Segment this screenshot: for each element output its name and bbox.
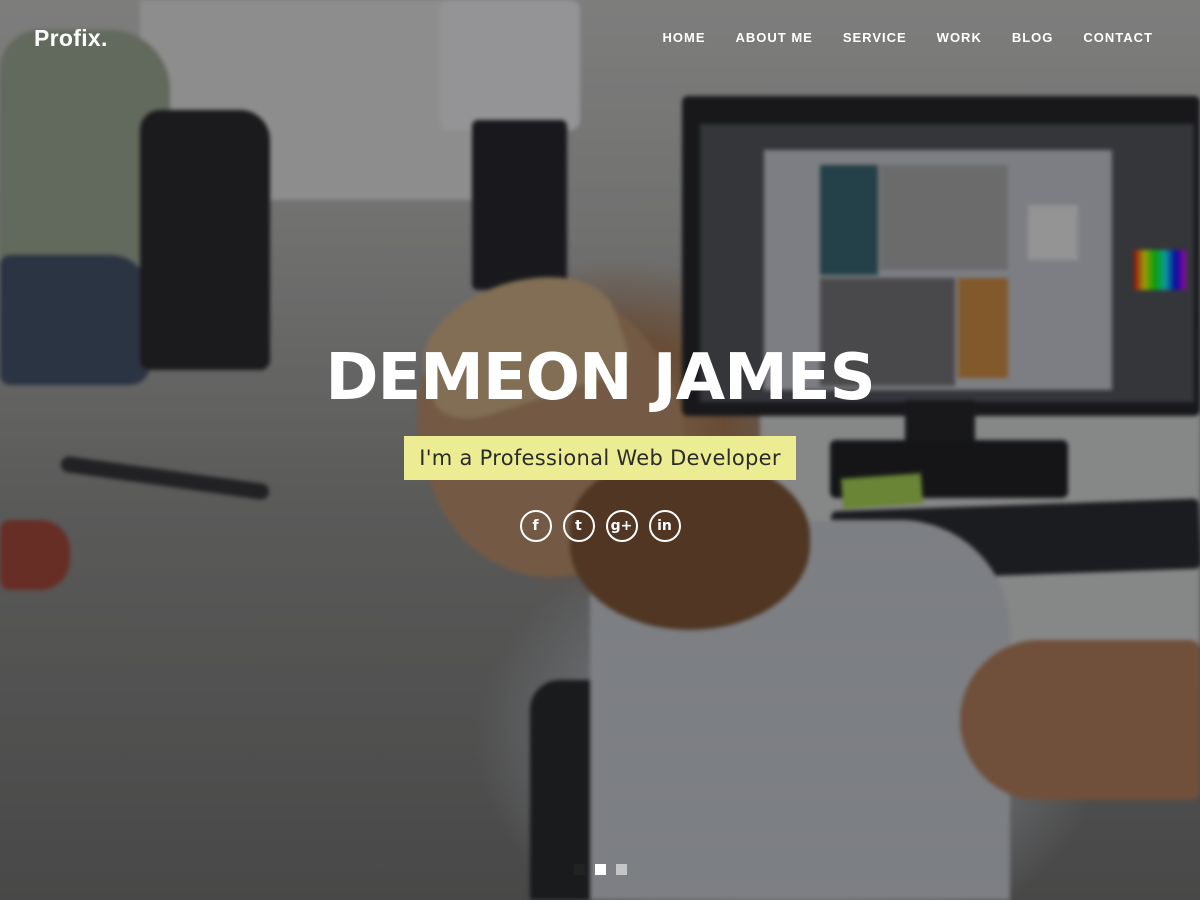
slider-pagination bbox=[0, 864, 1200, 875]
slider-dot-1[interactable] bbox=[573, 864, 585, 875]
hero-title: DEMEON JAMES bbox=[325, 341, 875, 415]
nav-service[interactable]: SERVICE bbox=[843, 30, 907, 46]
nav-blog[interactable]: BLOG bbox=[1012, 30, 1054, 46]
site-logo[interactable]: Profix. bbox=[34, 24, 108, 52]
facebook-icon[interactable]: f bbox=[519, 510, 552, 542]
slider-dot-2[interactable] bbox=[594, 864, 606, 875]
linkedin-icon[interactable]: in bbox=[648, 510, 681, 542]
main-nav: HOME ABOUT ME SERVICE WORK BLOG CONTACT bbox=[632, 30, 1153, 46]
slider-dot-3[interactable] bbox=[615, 864, 627, 875]
hero-tagline: I'm a Professional Web Developer bbox=[404, 436, 796, 480]
nav-home[interactable]: HOME bbox=[662, 30, 705, 46]
hero-section: Profix. HOME ABOUT ME SERVICE WORK BLOG … bbox=[0, 0, 1200, 900]
nav-work[interactable]: WORK bbox=[937, 30, 982, 46]
google-plus-icon[interactable]: g+ bbox=[605, 510, 638, 542]
nav-about-me[interactable]: ABOUT ME bbox=[735, 30, 812, 46]
tagline-container: I'm a Professional Web Developer bbox=[0, 436, 1200, 480]
nav-contact[interactable]: CONTACT bbox=[1083, 30, 1153, 46]
social-links: f t g+ in bbox=[0, 510, 1200, 542]
twitter-icon[interactable]: t bbox=[562, 510, 595, 542]
